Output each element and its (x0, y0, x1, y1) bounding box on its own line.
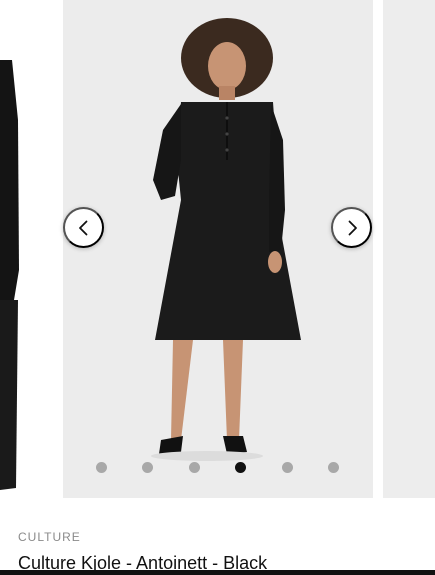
bottom-edge-bar (0, 570, 435, 575)
carousel-dot[interactable] (96, 462, 107, 473)
carousel-dot[interactable] (189, 462, 200, 473)
next-image-button[interactable] (331, 207, 372, 248)
next-slide-image[interactable] (383, 0, 435, 498)
previous-dress-photo (0, 60, 19, 490)
product-brand[interactable]: CULTURE (18, 530, 81, 544)
model-in-black-dress-photo (63, 0, 373, 498)
chevron-right-icon (348, 220, 357, 235)
product-image-carousel[interactable] (0, 0, 435, 500)
carousel-dot[interactable] (142, 462, 153, 473)
carousel-dot[interactable] (282, 462, 293, 473)
carousel-dot[interactable] (328, 462, 339, 473)
carousel-pagination-dots (0, 462, 435, 474)
chevron-left-icon (78, 220, 87, 235)
previous-slide-image[interactable] (0, 0, 20, 498)
previous-image-button[interactable] (63, 207, 104, 248)
carousel-dot[interactable] (235, 462, 246, 473)
main-slide-image[interactable] (63, 0, 373, 498)
